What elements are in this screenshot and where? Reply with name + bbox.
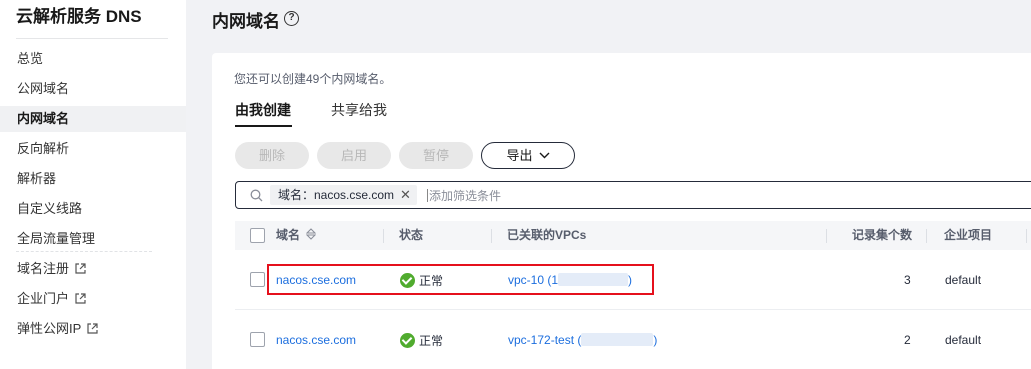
column-label: 域名 — [276, 228, 301, 242]
filter-input[interactable] — [429, 186, 829, 205]
column-header-record-count: 记录集个数 — [852, 228, 913, 242]
table-header: 域名 状态 已关联的VPCs 记录集个数 企业项目 — [235, 221, 1031, 250]
vpc-link[interactable]: vpc-10 (1) — [508, 273, 632, 287]
vpc-name: vpc-172-test ( — [508, 333, 582, 347]
column-header-domain[interactable]: 域名 — [276, 221, 317, 250]
row-checkbox[interactable] — [250, 332, 265, 347]
column-divider — [826, 229, 827, 243]
sidebar-item-label: 自定义线路 — [17, 201, 83, 216]
row-divider — [235, 309, 1031, 310]
sidebar-item-label: 反向解析 — [17, 141, 70, 156]
status-cell: 正常 — [400, 272, 443, 289]
sidebar-item-label: 全局流量管理 — [17, 231, 96, 246]
sidebar: 云解析服务 DNS 总览 公网域名 内网域名 反向解析 解析器 自定义线路 全局… — [0, 0, 186, 369]
domain-link[interactable]: nacos.cse.com — [276, 273, 356, 287]
tab-shared-with-me[interactable]: 共享给我 — [331, 100, 387, 120]
external-link-icon — [87, 323, 98, 334]
sidebar-item-label: 总览 — [17, 51, 44, 66]
page-title: 内网域名 — [212, 12, 280, 31]
help-circle-icon[interactable]: ? — [284, 11, 299, 26]
export-label: 导出 — [506, 148, 533, 163]
filter-bar[interactable]: 域名：nacos.cse.com ✕ — [235, 181, 1031, 209]
record-count: 2 — [904, 333, 911, 347]
column-divider — [491, 229, 492, 243]
enterprise-project: default — [945, 273, 982, 287]
column-header-vpcs: 已关联的VPCs — [507, 228, 587, 242]
sidebar-title: 云解析服务 DNS — [16, 7, 142, 26]
sidebar-item-label: 解析器 — [17, 171, 57, 186]
quota-notice: 您还可以创建49个内网域名。 — [234, 72, 392, 86]
sidebar-item-domain-registration[interactable]: 域名注册 — [0, 256, 186, 282]
sidebar-item-label: 弹性公网IP — [17, 321, 82, 336]
close-icon[interactable]: ✕ — [400, 187, 411, 202]
enable-button[interactable]: 启用 — [317, 142, 391, 169]
sidebar-item-label: 企业门户 — [17, 291, 70, 306]
filter-tag: 域名：nacos.cse.com ✕ — [270, 185, 417, 205]
vpc-name: vpc-10 ( — [508, 273, 552, 287]
filter-tag-label: 域名：nacos.cse.com — [278, 188, 395, 202]
external-link-icon — [75, 293, 86, 304]
export-button[interactable]: 导出 — [481, 142, 575, 169]
column-header-enterprise-project: 企业项目 — [944, 228, 993, 242]
vpc-id-lead: 1 — [551, 273, 559, 287]
sidebar-item-resolver[interactable]: 解析器 — [0, 166, 186, 192]
sidebar-item-overview[interactable]: 总览 — [0, 46, 186, 72]
row-checkbox[interactable] — [250, 272, 265, 287]
vpc-link[interactable]: vpc-172-test () — [508, 333, 657, 347]
vpc-suffix: ) — [653, 333, 658, 347]
sidebar-divider — [16, 38, 168, 39]
column-divider — [383, 229, 384, 243]
chevron-down-icon — [539, 152, 549, 159]
sidebar-item-private-zones[interactable]: 内网域名 — [0, 106, 186, 132]
filter-cursor — [427, 189, 428, 202]
sidebar-item-global-traffic[interactable]: 全局流量管理 — [0, 226, 186, 252]
sidebar-item-label: 内网域名 — [17, 111, 70, 126]
column-header-status: 状态 — [399, 228, 424, 242]
check-circle-icon — [400, 333, 415, 348]
status-label: 正常 — [419, 334, 444, 348]
tab-created-by-me[interactable]: 由我创建 — [235, 100, 291, 120]
sidebar-item-label: 域名注册 — [17, 261, 70, 276]
check-circle-icon — [400, 273, 415, 288]
sidebar-item-enterprise-portal[interactable]: 企业门户 — [0, 286, 186, 312]
sidebar-sub-divider — [16, 251, 152, 252]
column-divider — [926, 229, 927, 243]
search-icon — [250, 189, 263, 202]
sidebar-item-reverse-resolution[interactable]: 反向解析 — [0, 136, 186, 162]
sidebar-item-label: 公网域名 — [17, 81, 70, 96]
external-link-icon — [75, 263, 86, 274]
record-count: 3 — [904, 273, 911, 287]
vpc-suffix: ) — [628, 273, 633, 287]
active-tab-indicator — [235, 125, 292, 127]
enterprise-project: default — [945, 333, 982, 347]
sidebar-item-elastic-ip[interactable]: 弹性公网IP — [0, 316, 186, 342]
status-label: 正常 — [419, 274, 444, 288]
sidebar-item-custom-lines[interactable]: 自定义线路 — [0, 196, 186, 222]
domain-link[interactable]: nacos.cse.com — [276, 333, 356, 347]
sidebar-item-public-zones[interactable]: 公网域名 — [0, 76, 186, 102]
status-cell: 正常 — [400, 332, 443, 349]
column-divider — [1026, 229, 1027, 243]
sort-icon[interactable] — [306, 228, 317, 240]
pause-button[interactable]: 暂停 — [399, 142, 473, 169]
delete-button[interactable]: 删除 — [235, 142, 309, 169]
redacted-vpc-id — [581, 333, 654, 346]
select-all-checkbox[interactable] — [250, 228, 265, 243]
redacted-vpc-id — [558, 273, 629, 286]
